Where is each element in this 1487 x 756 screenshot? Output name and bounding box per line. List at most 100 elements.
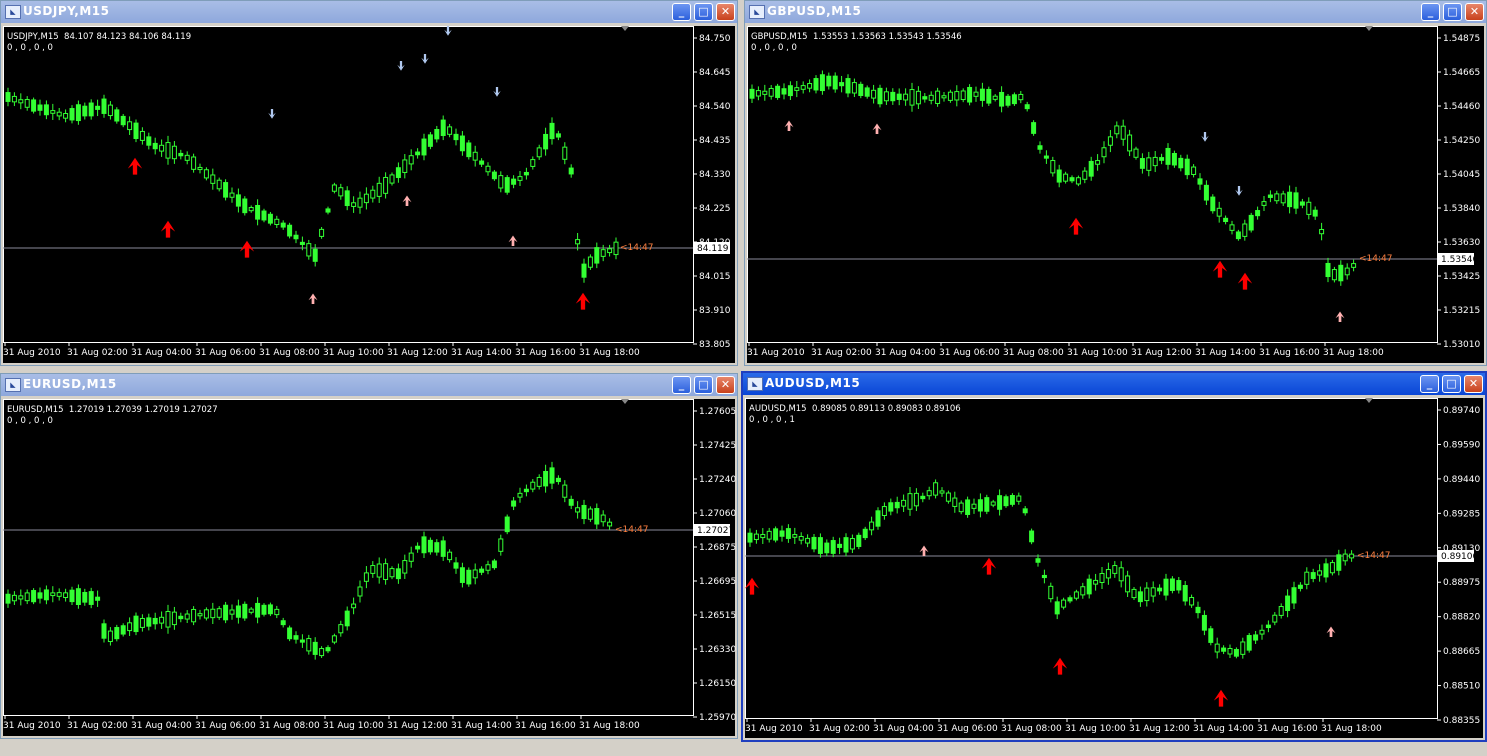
candle-body <box>1054 601 1060 615</box>
chart-window-audusd[interactable]: ◣ AUDUSD,M15 _ □ ✕ 0.89740 0.89590 0.89440… <box>741 371 1487 742</box>
maximize-button[interactable]: □ <box>1443 3 1462 21</box>
price-chart[interactable]: 1.27605 1.27425 1.27240 1.27060 1.26875 1.266… <box>3 399 737 738</box>
candle-body <box>453 133 459 141</box>
chart-window-eurusd[interactable]: ◣ EURUSD,M15 _ □ ✕ 1.27605 1.27425 1.27240… <box>0 373 738 739</box>
time-label: 31 Aug 2010 <box>745 724 803 734</box>
candle-body <box>1029 530 1035 543</box>
candle-body <box>543 470 549 487</box>
chart-window-usdjpy[interactable]: ◣ USDJPY,M15 _ □ ✕ 84.750 84.645 84.540 84.… <box>0 0 738 366</box>
candle-body <box>479 568 485 573</box>
price-label: 1.26330 <box>699 645 736 655</box>
minimize-button[interactable]: _ <box>1420 375 1439 393</box>
time-label: 31 Aug 2010 <box>3 721 61 731</box>
candle-body <box>1235 231 1241 240</box>
candle-body <box>997 495 1003 510</box>
bar-timer: <14:47 <box>1359 254 1392 264</box>
candle-body <box>267 604 273 615</box>
candle-body <box>779 530 785 537</box>
candle-body <box>896 93 902 100</box>
candle-body <box>1146 157 1152 171</box>
price-label: 84.540 <box>699 102 731 112</box>
candle-body <box>370 565 376 574</box>
candle-body <box>600 249 606 257</box>
candle-body <box>1280 193 1286 204</box>
chart-window-gbpusd[interactable]: ◣ GBPUSD,M15 _ □ ✕ 1.54875 1.54665 1.54460… <box>744 0 1487 366</box>
candle-body <box>63 592 69 599</box>
candle-body <box>171 611 177 626</box>
candle-body <box>376 182 382 197</box>
chart-area[interactable]: 1.54875 1.54665 1.54460 1.54250 1.54045 1.538… <box>747 26 1484 363</box>
candle-body <box>984 497 990 512</box>
candle-body <box>1144 587 1150 602</box>
candle-body <box>447 551 453 561</box>
chart-window-icon: ◣ <box>5 5 21 19</box>
candle-body <box>811 536 817 550</box>
maximize-button[interactable]: □ <box>694 376 713 394</box>
sell-arrow-icon <box>421 54 429 64</box>
candle-body <box>1246 635 1252 651</box>
candle-body <box>408 155 414 165</box>
window-titlebar[interactable]: ◣ USDJPY,M15 _ □ ✕ <box>1 1 737 23</box>
candle-body <box>146 136 152 146</box>
candle-body <box>760 533 766 539</box>
minimize-button[interactable]: _ <box>672 3 691 21</box>
minimize-button[interactable]: _ <box>672 376 691 394</box>
chart-area[interactable]: 0.89740 0.89590 0.89440 0.89285 0.89130 0.889… <box>745 398 1483 738</box>
candle-body <box>920 495 926 500</box>
close-button[interactable]: ✕ <box>716 3 735 21</box>
candle-body <box>479 160 485 165</box>
price-chart[interactable]: 84.750 84.645 84.540 84.435 84.330 84.225 84.1… <box>3 26 737 365</box>
candle-body <box>338 624 344 634</box>
candle-body <box>999 91 1005 107</box>
candle-body <box>1291 587 1297 604</box>
candle-body <box>107 104 113 117</box>
close-button[interactable]: ✕ <box>1464 375 1483 393</box>
close-button[interactable]: ✕ <box>716 376 735 394</box>
close-button[interactable]: ✕ <box>1465 3 1484 21</box>
candle-body <box>402 159 408 173</box>
candle-body <box>453 562 459 569</box>
candle-body <box>165 142 171 159</box>
candle-body <box>504 177 510 193</box>
candle-body <box>325 208 331 213</box>
candle-body <box>248 608 254 613</box>
chart-area[interactable]: 1.27605 1.27425 1.27240 1.27060 1.26875 1.266… <box>3 399 737 738</box>
price-chart[interactable]: 1.54875 1.54665 1.54460 1.54250 1.54045 1.538… <box>747 26 1486 365</box>
candle-body <box>947 91 953 101</box>
buy-arrow-icon <box>160 220 176 238</box>
candle-body <box>312 641 318 655</box>
candle-body <box>555 133 561 138</box>
chart-area[interactable]: 84.750 84.645 84.540 84.435 84.330 84.225 84.1… <box>3 26 735 363</box>
candle-body <box>1278 606 1284 616</box>
candle-body <box>1107 136 1113 146</box>
price-chart[interactable]: 0.897400.895900.894400.892850.891300.889… <box>745 398 1485 740</box>
maximize-button[interactable]: □ <box>694 3 713 21</box>
price-label: 1.26695 <box>699 577 736 587</box>
candle-body <box>1114 125 1120 135</box>
candle-body <box>293 234 299 240</box>
candle-body <box>120 625 126 635</box>
candle-body <box>1233 649 1239 657</box>
chart-plot: 84.750 84.645 84.540 84.435 84.330 84.225 84.1… <box>3 26 731 358</box>
candle-body <box>1163 578 1169 596</box>
candle-body <box>82 591 88 603</box>
time-label: 31 Aug 04:00 <box>131 348 192 358</box>
price-label: 84.015 <box>699 272 731 282</box>
candle-body <box>50 110 56 114</box>
window-titlebar[interactable]: ◣ EURUSD,M15 _ □ ✕ <box>1 374 737 396</box>
maximize-button[interactable]: □ <box>1442 375 1461 393</box>
time-label: 31 Aug 2010 <box>747 348 805 358</box>
candle-body <box>293 635 299 640</box>
candle-body <box>869 521 875 531</box>
candle-body <box>1253 634 1259 641</box>
candle-body <box>306 638 312 652</box>
candle-body <box>747 532 753 543</box>
candle-body <box>114 627 120 640</box>
candle-body <box>555 477 561 483</box>
window-titlebar[interactable]: ◣ AUDUSD,M15 _ □ ✕ <box>743 373 1485 395</box>
candle-body <box>197 166 203 171</box>
time-label: 31 Aug 2010 <box>3 348 61 358</box>
chart-plot: 0.897400.895900.894400.892850.891300.889… <box>745 398 1480 734</box>
minimize-button[interactable]: _ <box>1421 3 1440 21</box>
window-titlebar[interactable]: ◣ GBPUSD,M15 _ □ ✕ <box>745 1 1486 23</box>
